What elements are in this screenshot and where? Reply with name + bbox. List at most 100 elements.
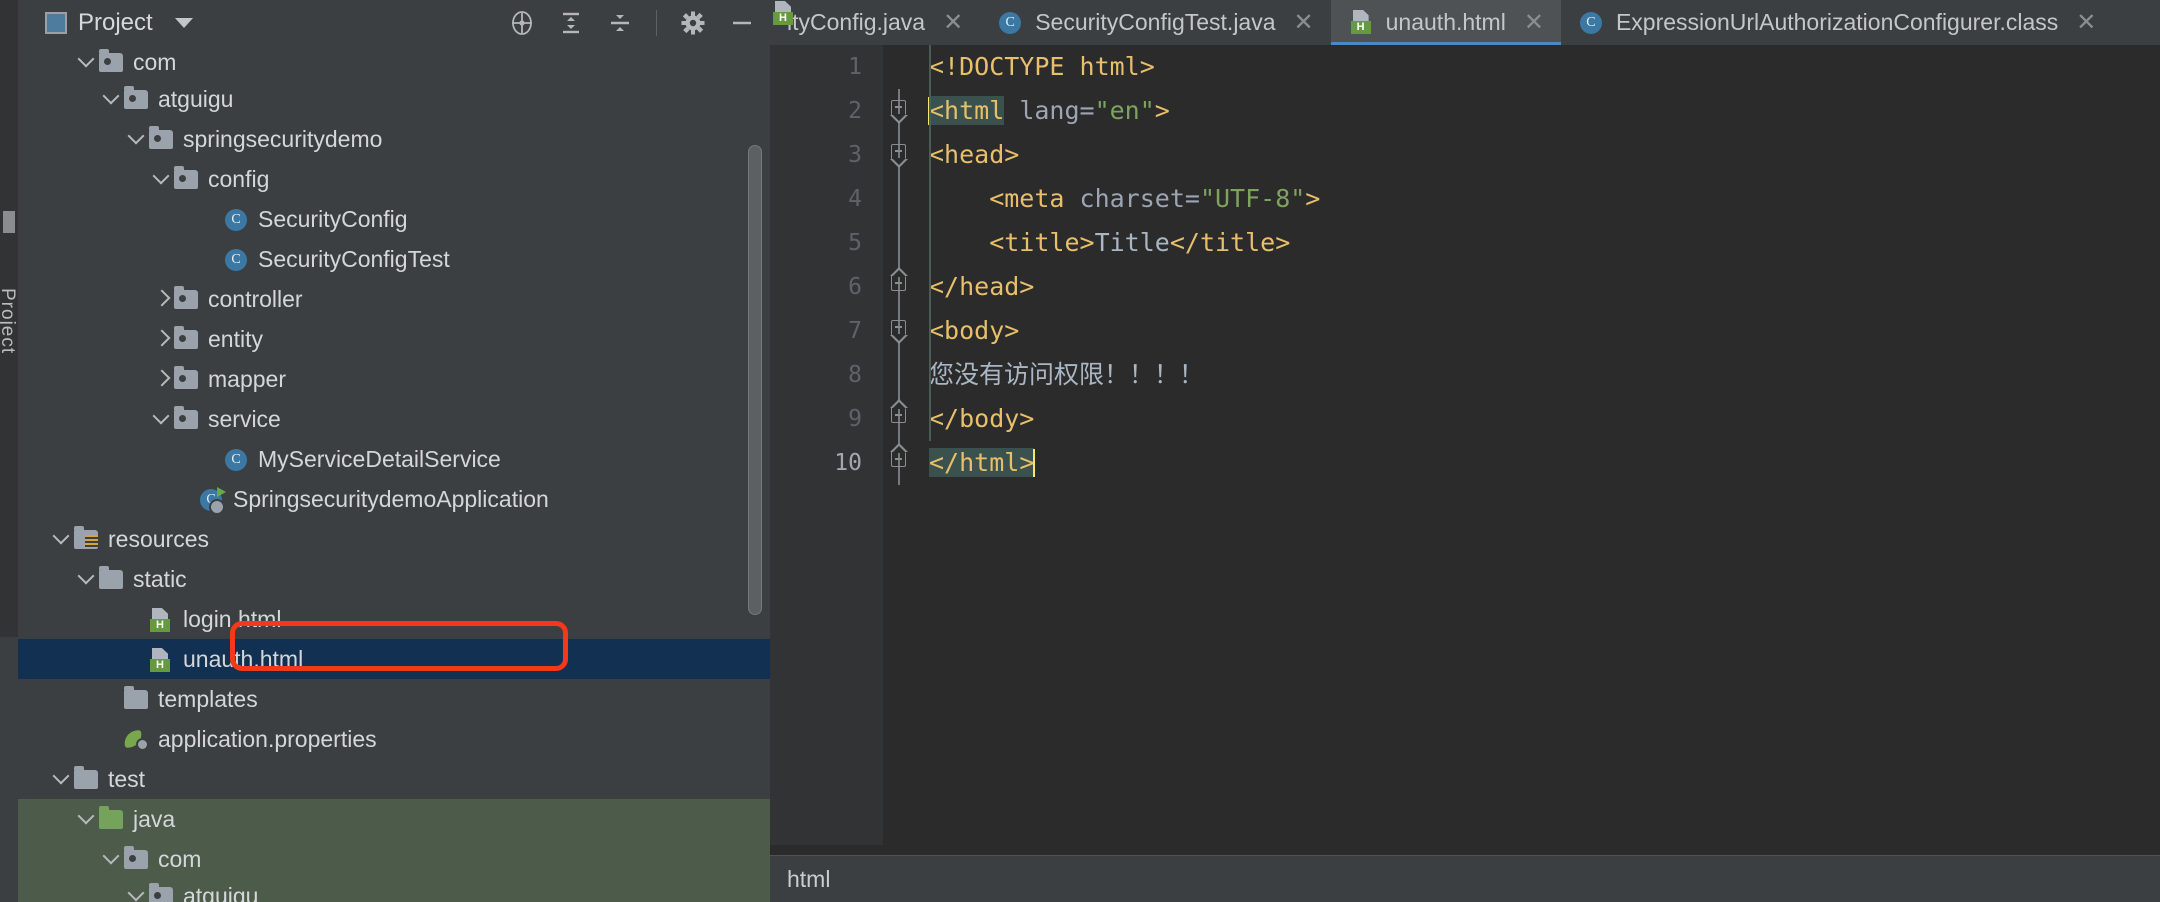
fold-gutter[interactable]: [883, 45, 915, 855]
tab-overflow-html-file-icon[interactable]: H: [2113, 0, 2133, 45]
line-number[interactable]: 9: [770, 397, 883, 441]
line-number[interactable]: 5: [770, 221, 883, 265]
chevron-down-icon[interactable]: [76, 51, 98, 73]
tree-node-resources[interactable]: resources: [18, 519, 770, 559]
hide-panel-icon[interactable]: [729, 10, 755, 36]
package-folder-icon: [99, 53, 123, 72]
line-number[interactable]: 6: [770, 265, 883, 309]
spring-boot-class-icon-wrap: C: [198, 486, 224, 512]
close-icon[interactable]: ✕: [2076, 8, 2096, 37]
code-line[interactable]: <meta charset="UTF-8">: [929, 177, 2160, 221]
tree-no-arrow: [201, 208, 223, 230]
line-number[interactable]: 4: [770, 177, 883, 221]
package-folder-icon-wrap: [123, 846, 149, 872]
chevron-down-icon[interactable]: [126, 885, 148, 902]
fold-marker-open[interactable]: [887, 89, 909, 133]
close-icon[interactable]: ✕: [943, 8, 963, 37]
tree-node-static[interactable]: static: [18, 559, 770, 599]
project-tree[interactable]: comatguiguspringsecuritydemoconfigCSecur…: [18, 45, 770, 902]
line-number[interactable]: 3: [770, 133, 883, 177]
plain-folder-icon-wrap: [98, 566, 124, 592]
editor-tab-label: ityConfig.java: [787, 9, 925, 36]
code-line[interactable]: <body>: [929, 309, 2160, 353]
tree-node-atguigu[interactable]: atguigu: [18, 79, 770, 119]
tree-node-application-properties[interactable]: application.properties: [18, 719, 770, 759]
line-number[interactable]: 7: [770, 309, 883, 353]
tree-node-templates[interactable]: templates: [18, 679, 770, 719]
line-number[interactable]: 10: [770, 441, 883, 485]
editor-tab-expressionurlauthorizationconfigurer-class[interactable]: CExpressionUrlAuthorizationConfigurer.cl…: [1561, 0, 2113, 45]
tree-node-unauth-html[interactable]: Hunauth.html: [18, 639, 770, 679]
tree-node-securityconfig[interactable]: CSecurityConfig: [18, 199, 770, 239]
tree-node-myservicedetailservice[interactable]: CMyServiceDetailService: [18, 439, 770, 479]
expand-all-icon[interactable]: [558, 10, 584, 36]
line-number[interactable]: 2: [770, 89, 883, 133]
code-line[interactable]: <!DOCTYPE html>: [929, 45, 2160, 89]
code-line[interactable]: 您没有访问权限！！！！: [929, 353, 2160, 397]
tree-node-securityconfigtest[interactable]: CSecurityConfigTest: [18, 239, 770, 279]
chevron-down-icon[interactable]: [175, 18, 193, 28]
chevron-down-icon[interactable]: [51, 528, 73, 550]
select-opened-file-icon[interactable]: [509, 10, 535, 36]
fold-dash: [895, 414, 902, 416]
tree-node-service[interactable]: service: [18, 399, 770, 439]
code-line[interactable]: <title>Title</title>: [929, 221, 2160, 265]
collapse-all-icon[interactable]: [607, 10, 633, 36]
code-line[interactable]: <html lang="en">: [929, 89, 2160, 133]
editor-tab-bar[interactable]: ityConfig.java✕CSecurityConfigTest.java✕…: [770, 0, 2160, 45]
code-token: "UTF-8": [1200, 184, 1305, 213]
chevron-down-icon[interactable]: [76, 808, 98, 830]
chevron-right-icon[interactable]: [151, 368, 173, 390]
code-editor[interactable]: 12345678910 <!DOCTYPE html><html lang="e…: [770, 45, 2160, 855]
chevron-down-icon[interactable]: [76, 568, 98, 590]
tree-node-label: java: [133, 806, 175, 833]
tree-node-login-html[interactable]: Hlogin.html: [18, 599, 770, 639]
tree-node-com[interactable]: com: [18, 839, 770, 879]
tool-window-button-project[interactable]: Project: [0, 0, 18, 637]
editor-gutter[interactable]: 12345678910: [770, 45, 883, 855]
tree-node-label: SpringsecuritydemoApplication: [233, 486, 549, 513]
chevron-down-icon[interactable]: [151, 408, 173, 430]
resources-folder-icon-wrap: [73, 526, 99, 552]
fold-marker-open[interactable]: [887, 133, 909, 177]
tree-node-springsecuritydemoapplication[interactable]: C SpringsecuritydemoApplication: [18, 479, 770, 519]
code-text[interactable]: <!DOCTYPE html><html lang="en"><head> <m…: [915, 45, 2160, 855]
chevron-down-icon[interactable]: [101, 848, 123, 870]
tree-node-com[interactable]: com: [18, 45, 770, 79]
project-tree-scrollbar[interactable]: [748, 145, 762, 615]
chevron-down-icon[interactable]: [151, 168, 173, 190]
fold-marker-close[interactable]: [887, 265, 909, 309]
tree-node-springsecuritydemo[interactable]: springsecuritydemo: [18, 119, 770, 159]
chevron-down-icon[interactable]: [101, 88, 123, 110]
tree-node-entity[interactable]: entity: [18, 319, 770, 359]
chevron-down-icon[interactable]: [51, 768, 73, 790]
tree-no-arrow: [126, 648, 148, 670]
tree-node-config[interactable]: config: [18, 159, 770, 199]
line-number[interactable]: 8: [770, 353, 883, 397]
settings-icon[interactable]: [680, 10, 706, 36]
code-line[interactable]: </html>: [929, 441, 2160, 485]
fold-marker-close[interactable]: [887, 441, 909, 485]
code-token: lang=: [1004, 96, 1094, 125]
close-icon[interactable]: ✕: [1294, 8, 1314, 37]
tree-node-test[interactable]: test: [18, 759, 770, 799]
editor-tab-unauth-html[interactable]: Hunauth.html✕: [1331, 0, 1561, 45]
chevron-right-icon[interactable]: [151, 328, 173, 350]
code-line[interactable]: <head>: [929, 133, 2160, 177]
tree-node-mapper[interactable]: mapper: [18, 359, 770, 399]
editor-tab-securityconfigtest-java[interactable]: CSecurityConfigTest.java✕: [980, 0, 1330, 45]
breadcrumb[interactable]: html: [787, 866, 830, 893]
line-number[interactable]: 1: [770, 45, 883, 89]
tree-node-java[interactable]: java: [18, 799, 770, 839]
close-icon[interactable]: ✕: [1524, 8, 1544, 37]
code-line[interactable]: </head>: [929, 265, 2160, 309]
tree-node-controller[interactable]: controller: [18, 279, 770, 319]
fold-marker-close[interactable]: [887, 397, 909, 441]
code-line[interactable]: </body>: [929, 397, 2160, 441]
fold-marker-open[interactable]: [887, 309, 909, 353]
tree-node-atguigu[interactable]: atguigu: [18, 879, 770, 902]
indent-guide: [929, 45, 931, 441]
chevron-right-icon[interactable]: [151, 288, 173, 310]
chevron-down-icon[interactable]: [126, 128, 148, 150]
editor-tab-ityconfig-java[interactable]: ityConfig.java ✕: [770, 0, 980, 45]
